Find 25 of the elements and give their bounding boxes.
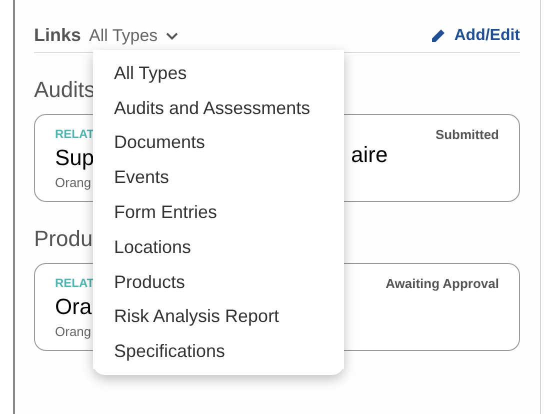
record-title: aire xyxy=(351,141,388,169)
pencil-icon xyxy=(430,28,446,44)
status-label: Awaiting Approval xyxy=(386,275,499,293)
status-label: Submitted xyxy=(435,126,499,144)
relation-label: RELAT xyxy=(55,275,94,292)
menu-item[interactable]: Specifications xyxy=(93,334,344,370)
add-edit-link[interactable]: Add/Edit xyxy=(430,24,520,48)
menu-item[interactable]: Form Entries xyxy=(93,195,344,230)
chevron-down-icon xyxy=(166,32,178,40)
record-subtitle: Orang xyxy=(55,323,92,341)
menu-item[interactable]: Documents xyxy=(93,126,344,160)
menu-item[interactable]: Risk Analysis Report xyxy=(93,300,344,334)
group-heading: Audits xyxy=(34,76,96,104)
record-title: Ora xyxy=(55,293,92,321)
menu-item[interactable]: Events xyxy=(93,160,344,196)
menu-item[interactable]: All Types xyxy=(93,56,344,91)
type-filter-dropdown[interactable]: All Types xyxy=(89,22,178,48)
menu-item[interactable]: Locations xyxy=(93,230,344,265)
record-subtitle: Orang xyxy=(55,174,92,192)
section-title: Links xyxy=(34,24,82,47)
record-title: Sup xyxy=(55,144,94,172)
menu-item[interactable]: Products xyxy=(93,264,344,300)
group-heading: Produ xyxy=(34,225,93,253)
relation-label: RELAT xyxy=(55,126,94,143)
menu-item[interactable]: Audits and Assessments xyxy=(93,90,344,126)
